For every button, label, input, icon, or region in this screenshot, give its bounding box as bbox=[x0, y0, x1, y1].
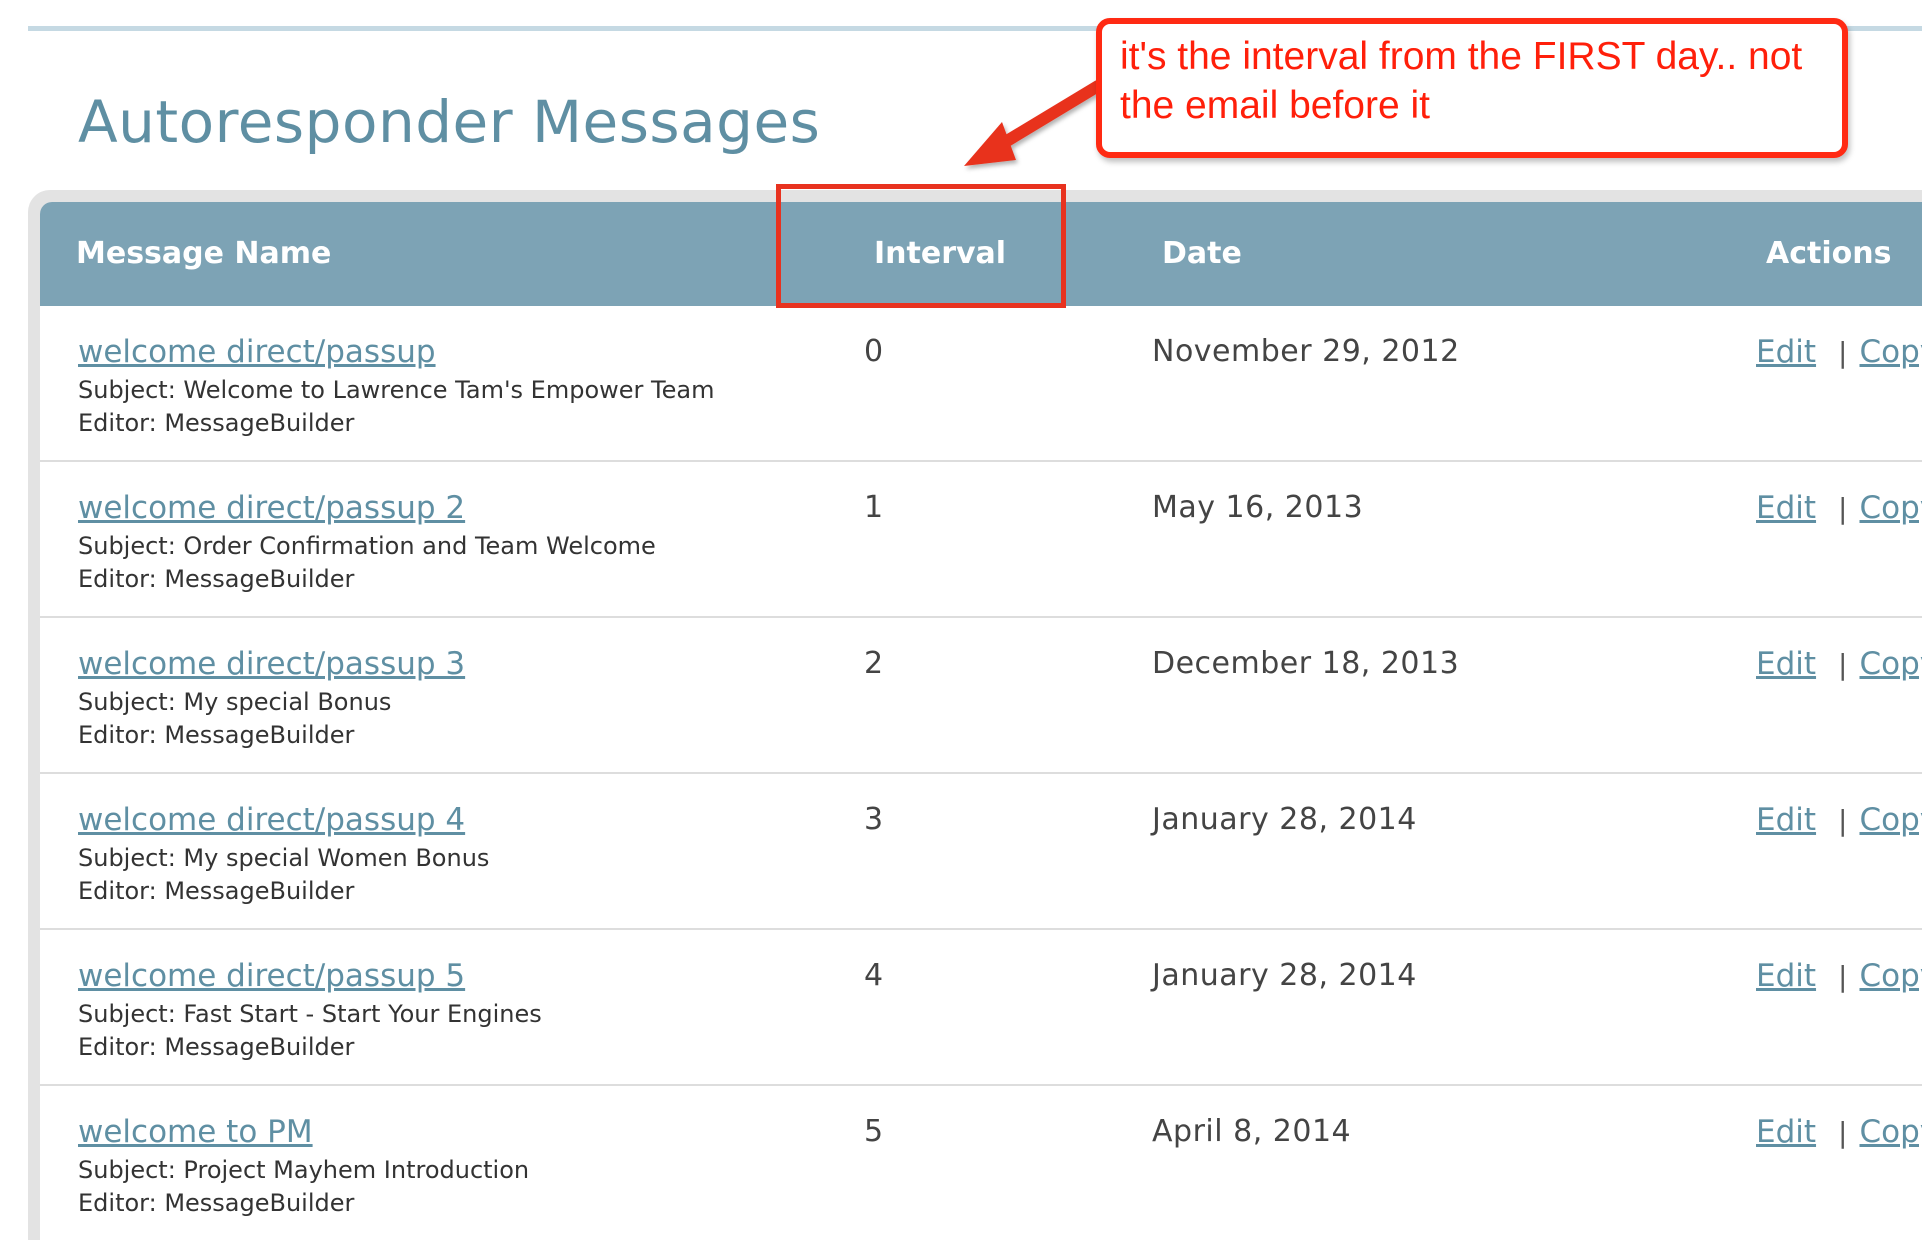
message-editor: Editor: MessageBuilder bbox=[78, 721, 355, 749]
annotation-text: it's the interval from the FIRST day.. n… bbox=[1120, 35, 1803, 127]
table-row: welcome to PM Subject: Project Mayhem In… bbox=[40, 1086, 1922, 1240]
copy-link[interactable]: Copy bbox=[1859, 802, 1922, 838]
message-name-link[interactable]: welcome direct/passup 3 bbox=[78, 646, 465, 682]
table-row: welcome direct/passup 3 Subject: My spec… bbox=[40, 618, 1922, 774]
message-name-link[interactable]: welcome direct/passup 2 bbox=[78, 490, 465, 526]
table-row: welcome direct/passup 4 Subject: My spec… bbox=[40, 774, 1922, 930]
interval-value: 0 bbox=[864, 334, 884, 369]
action-separator: | bbox=[1838, 1116, 1848, 1149]
table-row: welcome direct/passup 2 Subject: Order C… bbox=[40, 462, 1922, 618]
message-editor: Editor: MessageBuilder bbox=[78, 1189, 355, 1217]
page-title: Autoresponder Messages bbox=[78, 88, 821, 156]
table-row: welcome direct/passup 5 Subject: Fast St… bbox=[40, 930, 1922, 1086]
action-separator: | bbox=[1838, 804, 1848, 837]
row-actions: Edit | Copy bbox=[1756, 646, 1922, 682]
copy-link[interactable]: Copy bbox=[1859, 490, 1922, 526]
message-editor: Editor: MessageBuilder bbox=[78, 1033, 355, 1061]
message-name-link[interactable]: welcome direct/passup bbox=[78, 334, 436, 370]
action-separator: | bbox=[1838, 492, 1848, 525]
row-actions: Edit | Copy bbox=[1756, 334, 1922, 370]
message-subject: Subject: Project Mayhem Introduction bbox=[78, 1156, 530, 1184]
edit-link[interactable]: Edit bbox=[1756, 490, 1816, 526]
row-actions: Edit | Copy bbox=[1756, 802, 1922, 838]
column-header-date[interactable]: Date bbox=[1162, 236, 1242, 271]
date-value: January 28, 2014 bbox=[1152, 802, 1417, 837]
message-subject: Subject: Welcome to Lawrence Tam's Empow… bbox=[78, 376, 715, 404]
copy-link[interactable]: Copy bbox=[1859, 1114, 1922, 1150]
message-subject: Subject: Order Confirmation and Team Wel… bbox=[78, 532, 656, 560]
copy-link[interactable]: Copy bbox=[1859, 958, 1922, 994]
edit-link[interactable]: Edit bbox=[1756, 958, 1816, 994]
interval-value: 1 bbox=[864, 490, 884, 525]
message-editor: Editor: MessageBuilder bbox=[78, 409, 355, 437]
message-subject: Subject: My special Women Bonus bbox=[78, 844, 490, 872]
date-value: January 28, 2014 bbox=[1152, 958, 1417, 993]
interval-value: 2 bbox=[864, 646, 884, 681]
edit-link[interactable]: Edit bbox=[1756, 1114, 1816, 1150]
edit-link[interactable]: Edit bbox=[1756, 802, 1816, 838]
action-separator: | bbox=[1838, 648, 1848, 681]
date-value: May 16, 2013 bbox=[1152, 490, 1364, 525]
row-actions: Edit | Copy bbox=[1756, 958, 1922, 994]
message-subject: Subject: My special Bonus bbox=[78, 688, 392, 716]
edit-link[interactable]: Edit bbox=[1756, 646, 1816, 682]
table-row: welcome direct/passup Subject: Welcome t… bbox=[40, 306, 1922, 462]
message-name-link[interactable]: welcome direct/passup 4 bbox=[78, 802, 465, 838]
message-subject: Subject: Fast Start - Start Your Engines bbox=[78, 1000, 542, 1028]
row-actions: Edit | Copy bbox=[1756, 1114, 1922, 1150]
annotation-callout: it's the interval from the FIRST day.. n… bbox=[1096, 18, 1848, 158]
copy-link[interactable]: Copy bbox=[1859, 334, 1922, 370]
message-name-link[interactable]: welcome direct/passup 5 bbox=[78, 958, 465, 994]
row-actions: Edit | Copy bbox=[1756, 490, 1922, 526]
column-header-message-name[interactable]: Message Name bbox=[76, 236, 331, 271]
date-value: November 29, 2012 bbox=[1152, 334, 1460, 369]
interval-highlight-box bbox=[776, 184, 1066, 308]
copy-link[interactable]: Copy bbox=[1859, 646, 1922, 682]
date-value: April 8, 2014 bbox=[1152, 1114, 1352, 1149]
messages-table-frame: Message Name Interval Date Actions welco… bbox=[28, 190, 1922, 1240]
message-editor: Editor: MessageBuilder bbox=[78, 565, 355, 593]
messages-table: Message Name Interval Date Actions welco… bbox=[40, 202, 1922, 1240]
interval-value: 4 bbox=[864, 958, 884, 993]
action-separator: | bbox=[1838, 960, 1848, 993]
column-header-actions: Actions bbox=[1766, 236, 1892, 271]
edit-link[interactable]: Edit bbox=[1756, 334, 1816, 370]
date-value: December 18, 2013 bbox=[1152, 646, 1460, 681]
message-editor: Editor: MessageBuilder bbox=[78, 877, 355, 905]
interval-value: 3 bbox=[864, 802, 884, 837]
interval-value: 5 bbox=[864, 1114, 884, 1149]
message-name-link[interactable]: welcome to PM bbox=[78, 1114, 313, 1150]
action-separator: | bbox=[1838, 336, 1848, 369]
